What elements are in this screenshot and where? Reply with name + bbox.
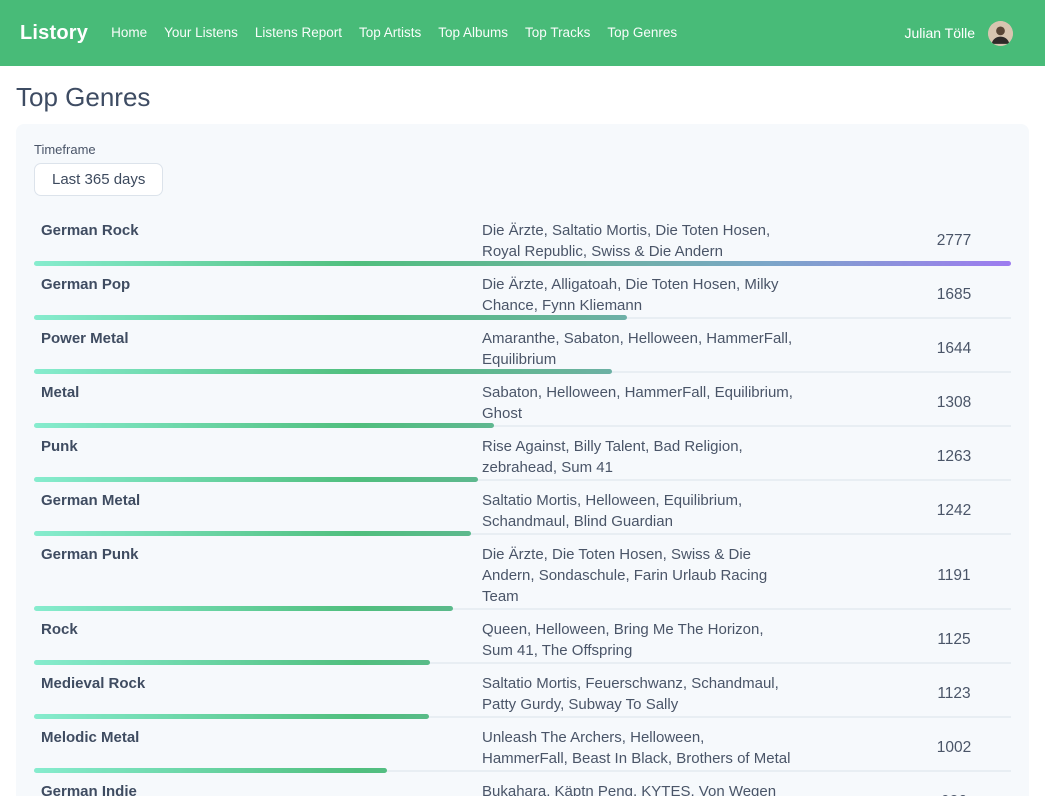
table-row: German Punk Die Ärzte, Die Toten Hosen, … xyxy=(16,536,1029,611)
genre-artists: Amaranthe, Sabaton, Helloween, HammerFal… xyxy=(482,328,802,370)
genre-name: German Metal xyxy=(41,490,482,532)
nav-item-your-listens[interactable]: Your Listens xyxy=(164,25,238,40)
table-row: German Metal Saltatio Mortis, Helloween,… xyxy=(16,482,1029,536)
table-row: Rock Queen, Helloween, Bring Me The Hori… xyxy=(16,611,1029,665)
genre-count: 1685 xyxy=(802,286,1011,304)
top-navbar: Listory Home Your Listens Listens Report… xyxy=(0,0,1045,66)
nav-item-top-albums[interactable]: Top Albums xyxy=(438,25,508,40)
table-row: German Pop Die Ärzte, Alligatoah, Die To… xyxy=(16,266,1029,320)
genre-name: Medieval Rock xyxy=(41,673,482,715)
timeframe-select[interactable]: Last 365 days xyxy=(34,163,163,196)
user-avatar-icon[interactable] xyxy=(988,21,1013,46)
genre-artists: Saltatio Mortis, Helloween, Equilibrium,… xyxy=(482,490,802,532)
main-nav: Home Your Listens Listens Report Top Art… xyxy=(111,24,677,42)
genre-name: German Indie xyxy=(41,781,482,796)
user-name: Julian Tölle xyxy=(904,25,975,41)
genre-name: Power Metal xyxy=(41,328,482,370)
genre-name: German Pop xyxy=(41,274,482,316)
genre-artists: Die Ärzte, Die Toten Hosen, Swiss & Die … xyxy=(482,544,802,607)
page-title: Top Genres xyxy=(16,82,1029,113)
genre-count: 1308 xyxy=(802,394,1011,412)
timeframe-filter: Timeframe Last 365 days xyxy=(16,142,1029,196)
top-genres-card: Timeframe Last 365 days German Rock Die … xyxy=(16,124,1029,796)
genre-table: German Rock Die Ärzte, Saltatio Mortis, … xyxy=(16,212,1029,796)
genre-count: 1242 xyxy=(802,502,1011,520)
genre-artists: Die Ärzte, Saltatio Mortis, Die Toten Ho… xyxy=(482,220,802,262)
genre-count: 1125 xyxy=(802,631,1011,649)
table-row: Punk Rise Against, Billy Talent, Bad Rel… xyxy=(16,428,1029,482)
genre-name: Rock xyxy=(41,619,482,661)
table-row: Metal Sabaton, Helloween, HammerFall, Eq… xyxy=(16,374,1029,428)
genre-name: Metal xyxy=(41,382,482,424)
nav-item-home[interactable]: Home xyxy=(111,25,147,40)
table-row: German Rock Die Ärzte, Saltatio Mortis, … xyxy=(16,212,1029,266)
nav-item-listens-report[interactable]: Listens Report xyxy=(255,25,342,40)
timeframe-label: Timeframe xyxy=(34,142,1011,157)
table-row: Power Metal Amaranthe, Sabaton, Hellowee… xyxy=(16,320,1029,374)
nav-item-top-genres[interactable]: Top Genres xyxy=(607,25,677,40)
nav-item-top-tracks[interactable]: Top Tracks xyxy=(525,25,590,40)
genre-artists: Sabaton, Helloween, HammerFall, Equilibr… xyxy=(482,382,802,424)
genre-name: German Punk xyxy=(41,544,482,607)
genre-count: 1644 xyxy=(802,340,1011,358)
user-menu[interactable]: Julian Tölle xyxy=(904,21,1013,46)
genre-artists: Die Ärzte, Alligatoah, Die Toten Hosen, … xyxy=(482,274,802,316)
genre-artists: Rise Against, Billy Talent, Bad Religion… xyxy=(482,436,802,478)
genre-name: Punk xyxy=(41,436,482,478)
genre-count: 2777 xyxy=(802,232,1011,250)
table-row: Melodic Metal Unleash The Archers, Hello… xyxy=(16,719,1029,773)
genre-name: Melodic Metal xyxy=(41,727,482,769)
app-logo[interactable]: Listory xyxy=(20,22,88,45)
page-content: Top Genres Timeframe Last 365 days Germa… xyxy=(0,82,1045,796)
genre-artists: Bukahara, Käptn Peng, KYTES, Von Wegen L… xyxy=(482,781,802,796)
table-row: German Indie Bukahara, Käptn Peng, KYTES… xyxy=(16,773,1029,796)
genre-artists: Queen, Helloween, Bring Me The Horizon, … xyxy=(482,619,802,661)
genre-count: 1191 xyxy=(802,567,1011,585)
genre-count: 1002 xyxy=(802,739,1011,757)
genre-name: German Rock xyxy=(41,220,482,262)
table-row: Medieval Rock Saltatio Mortis, Feuerschw… xyxy=(16,665,1029,719)
genre-artists: Saltatio Mortis, Feuerschwanz, Schandmau… xyxy=(482,673,802,715)
genre-count: 1123 xyxy=(802,685,1011,703)
genre-artists: Unleash The Archers, Helloween, HammerFa… xyxy=(482,727,802,769)
nav-item-top-artists[interactable]: Top Artists xyxy=(359,25,421,40)
genre-count: 1263 xyxy=(802,448,1011,466)
